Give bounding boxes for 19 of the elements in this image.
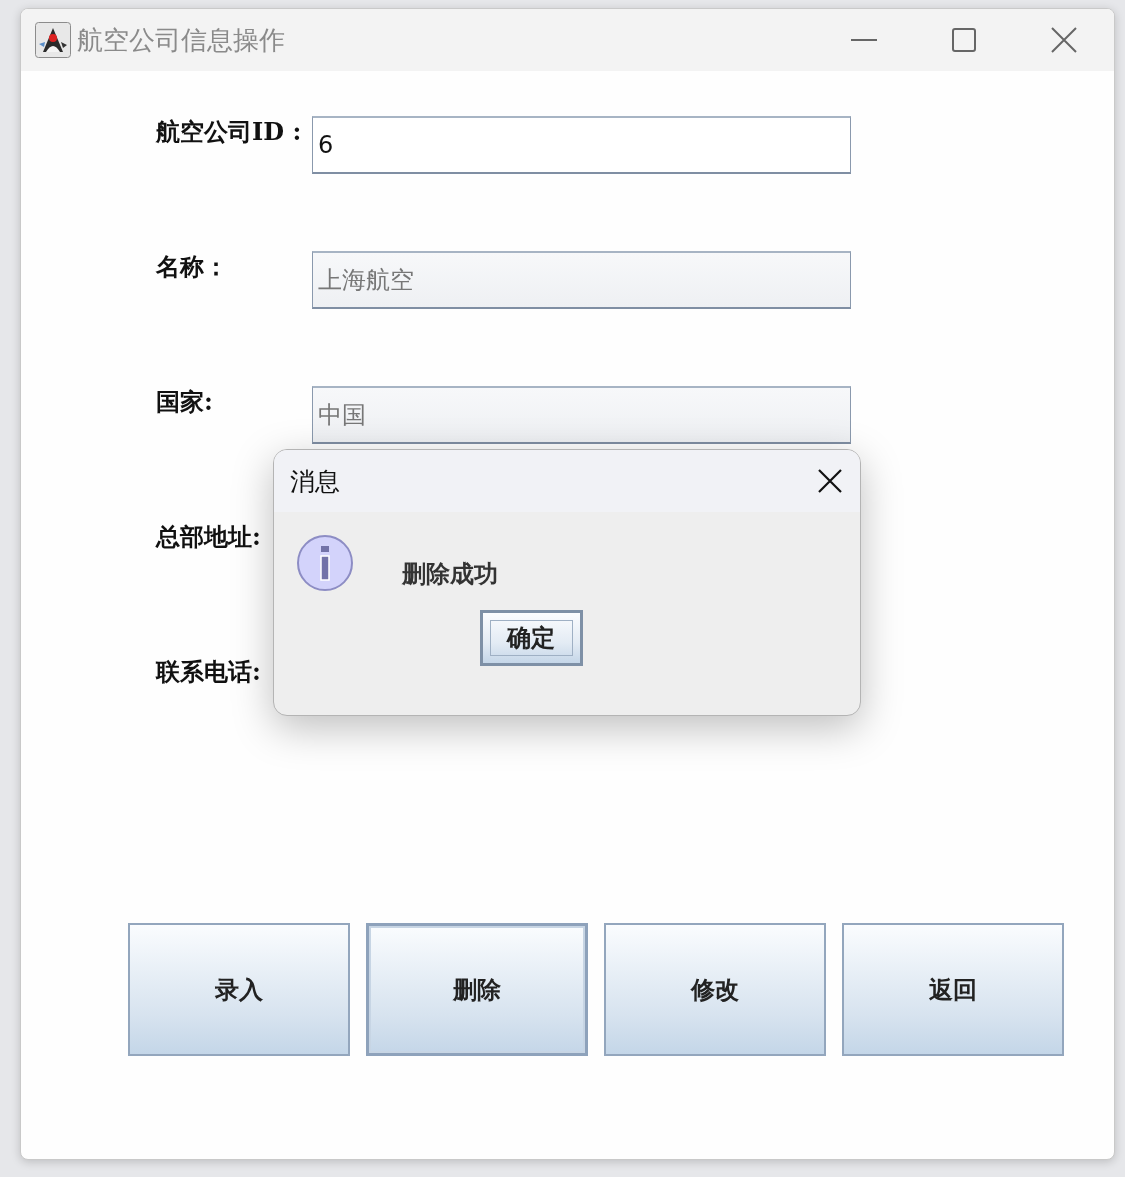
info-icon: [296, 534, 356, 594]
field-label: 国家:: [156, 386, 214, 418]
action-button[interactable]: 修改: [604, 923, 826, 1056]
dialog-message: 删除成功: [402, 558, 498, 590]
close-icon[interactable]: [818, 469, 842, 493]
ok-button[interactable]: 确定: [479, 610, 583, 666]
action-button[interactable]: 删除: [366, 923, 588, 1056]
app-icon: [35, 22, 71, 58]
text-field[interactable]: 6: [312, 116, 851, 174]
action-button[interactable]: 返回: [842, 923, 1064, 1056]
field-label: 联系电话:: [156, 656, 262, 688]
field-label: 名称：: [156, 251, 229, 283]
window-title: 航空公司信息操作: [77, 23, 286, 57]
dialog-title: 消息: [290, 465, 340, 498]
action-button[interactable]: 录入: [128, 923, 350, 1056]
minimize-icon[interactable]: [851, 38, 877, 42]
maximize-icon[interactable]: [952, 28, 976, 52]
field-label: 航空公司ID :: [156, 116, 303, 148]
field-label: 总部地址:: [156, 521, 262, 553]
